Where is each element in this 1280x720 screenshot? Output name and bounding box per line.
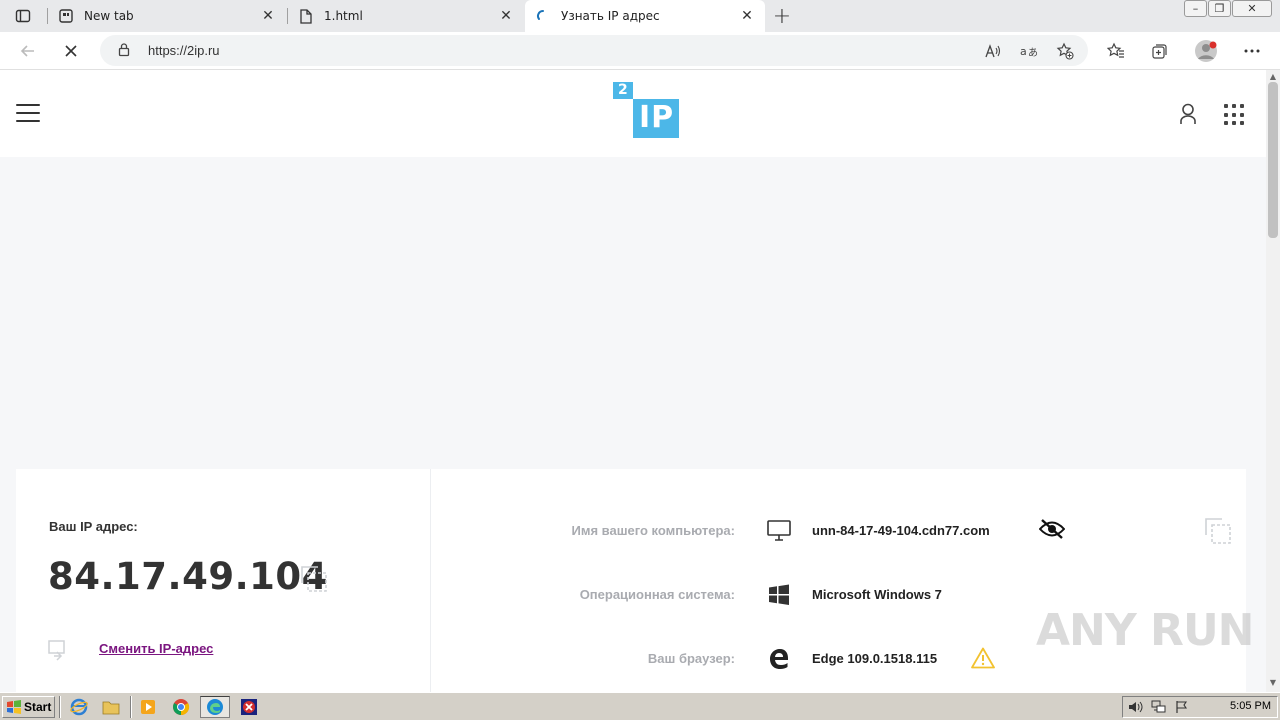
taskbar-divider (59, 696, 61, 718)
warning-icon[interactable] (971, 647, 997, 671)
url-text[interactable]: https://2ip.ru (148, 43, 220, 58)
window-controls: – ❐ ✕ (1183, 0, 1272, 18)
tab-1-html[interactable]: 1.html ✕ (288, 0, 524, 32)
windows-icon (767, 583, 791, 607)
collections-icon (1152, 44, 1167, 59)
minimize-button[interactable]: – (1184, 0, 1207, 17)
address-bar-row: https://2ip.ru aあ (0, 32, 1280, 70)
folder-icon (102, 701, 120, 715)
newtab-icon (58, 8, 74, 24)
error-app-taskbar-button[interactable] (234, 696, 264, 718)
start-button[interactable]: Start (2, 696, 55, 718)
action-center-flag-icon[interactable] (1172, 699, 1192, 715)
svg-text:あ: あ (1028, 47, 1038, 59)
start-label: Start (24, 700, 52, 714)
info-label: Имя вашего компьютера: (571, 523, 735, 538)
tab-actions-icon (15, 9, 31, 23)
chrome-icon (173, 699, 190, 716)
copy-icon (301, 566, 327, 592)
anyrun-watermark: ANY RUN (1036, 605, 1254, 656)
avatar (1195, 40, 1217, 62)
scroll-up-arrow-icon[interactable]: ▲ (1268, 72, 1278, 82)
read-aloud-icon[interactable] (981, 39, 1005, 63)
info-row-hostname: Имя вашего компьютера: unn-84-17-49-104.… (431, 511, 1246, 551)
file-icon (298, 8, 314, 24)
media-player-icon (141, 700, 155, 714)
monitor-icon (767, 519, 791, 543)
lock-icon[interactable] (118, 42, 130, 61)
window-close-button[interactable]: ✕ (1232, 0, 1272, 17)
new-tab-button[interactable]: + (770, 4, 794, 29)
tab-new-tab[interactable]: New tab ✕ (48, 0, 286, 32)
edge-icon (767, 647, 791, 671)
user-icon[interactable] (1176, 102, 1200, 126)
tab-title: Узнать IP адрес (561, 9, 660, 23)
error-icon (241, 699, 257, 715)
apps-grid-icon[interactable] (1224, 104, 1246, 126)
scroll-thumb[interactable] (1268, 82, 1278, 238)
ip-label: Ваш IP адрес: (49, 519, 138, 534)
hostname-value: unn-84-17-49-104.cdn77.com (812, 523, 990, 538)
more-icon (1244, 49, 1260, 53)
stop-icon (65, 45, 77, 57)
ie-taskbar-button[interactable] (64, 696, 94, 718)
close-icon[interactable]: ✕ (498, 8, 514, 24)
logo-text: IP (639, 100, 675, 135)
info-label: Операционная система: (579, 587, 735, 602)
chrome-taskbar-button[interactable] (166, 696, 196, 718)
url-bar[interactable]: https://2ip.ru aあ (100, 35, 1088, 66)
network-icon[interactable] (1149, 699, 1169, 715)
taskbar: Start 5:05 PM (0, 692, 1280, 720)
ip-info-card: Ваш IP адрес: 84.17.49.104 Сменить IP-ад… (16, 469, 1246, 692)
edge-icon (207, 699, 223, 715)
profile-button[interactable] (1192, 37, 1220, 65)
tab-2ip[interactable]: Узнать IP адрес ✕ (525, 0, 765, 32)
loading-icon (535, 8, 551, 24)
page-viewport: 2 IP Ваш IP адрес: 84.17.49.104 Сменить … (0, 70, 1266, 692)
close-icon[interactable]: ✕ (739, 8, 755, 24)
info-label: Ваш браузер: (647, 651, 735, 666)
tab-actions-button[interactable] (8, 4, 38, 28)
copy-hostname-button[interactable] (1204, 517, 1232, 545)
taskbar-divider (130, 696, 132, 718)
ip-address[interactable]: 84.17.49.104 (48, 555, 328, 598)
collections-button[interactable] (1146, 37, 1174, 65)
system-tray: 5:05 PM (1122, 696, 1278, 718)
svg-text:a: a (1020, 45, 1027, 58)
favorites-button[interactable] (1102, 37, 1130, 65)
tab-title: 1.html (324, 9, 363, 23)
change-ip-link[interactable]: Сменить IP-адрес (99, 641, 213, 656)
copy-icon (1205, 518, 1231, 544)
change-ip-icon (48, 639, 72, 661)
close-icon[interactable]: ✕ (260, 8, 276, 24)
back-arrow-icon (20, 45, 34, 57)
tab-title: New tab (84, 9, 134, 23)
site-logo[interactable]: 2 IP (613, 82, 681, 140)
add-favorite-icon[interactable] (1053, 39, 1077, 63)
ie-icon (70, 698, 88, 716)
settings-menu-button[interactable] (1238, 37, 1266, 65)
browser-value: Edge 109.0.1518.115 (812, 651, 938, 666)
volume-icon[interactable] (1126, 699, 1146, 715)
edge-taskbar-button[interactable] (200, 696, 230, 718)
windows-flag-icon (7, 700, 21, 714)
vertical-scrollbar[interactable]: ▲ ▼ (1266, 70, 1280, 692)
explorer-taskbar-button[interactable] (96, 696, 126, 718)
copy-ip-button[interactable] (300, 565, 328, 593)
site-header: 2 IP (0, 70, 1266, 157)
media-player-taskbar-button[interactable] (133, 696, 163, 718)
stop-button[interactable] (57, 37, 85, 65)
back-button[interactable] (14, 37, 42, 65)
menu-icon[interactable] (16, 104, 40, 122)
ip-section: Ваш IP адрес: 84.17.49.104 Сменить IP-ад… (16, 469, 431, 692)
favorites-icon (1107, 42, 1124, 58)
tab-strip: New tab ✕ 1.html ✕ Узнать IP адрес ✕ + –… (0, 0, 1280, 32)
hide-eye-icon[interactable] (1038, 519, 1066, 543)
clock: 5:05 PM (1230, 700, 1271, 712)
logo-badge: 2 (618, 82, 628, 98)
os-value: Microsoft Windows 7 (812, 587, 942, 602)
restore-button[interactable]: ❐ (1208, 0, 1231, 17)
translate-icon[interactable]: aあ (1017, 39, 1041, 63)
scroll-down-arrow-icon[interactable]: ▼ (1268, 678, 1278, 688)
